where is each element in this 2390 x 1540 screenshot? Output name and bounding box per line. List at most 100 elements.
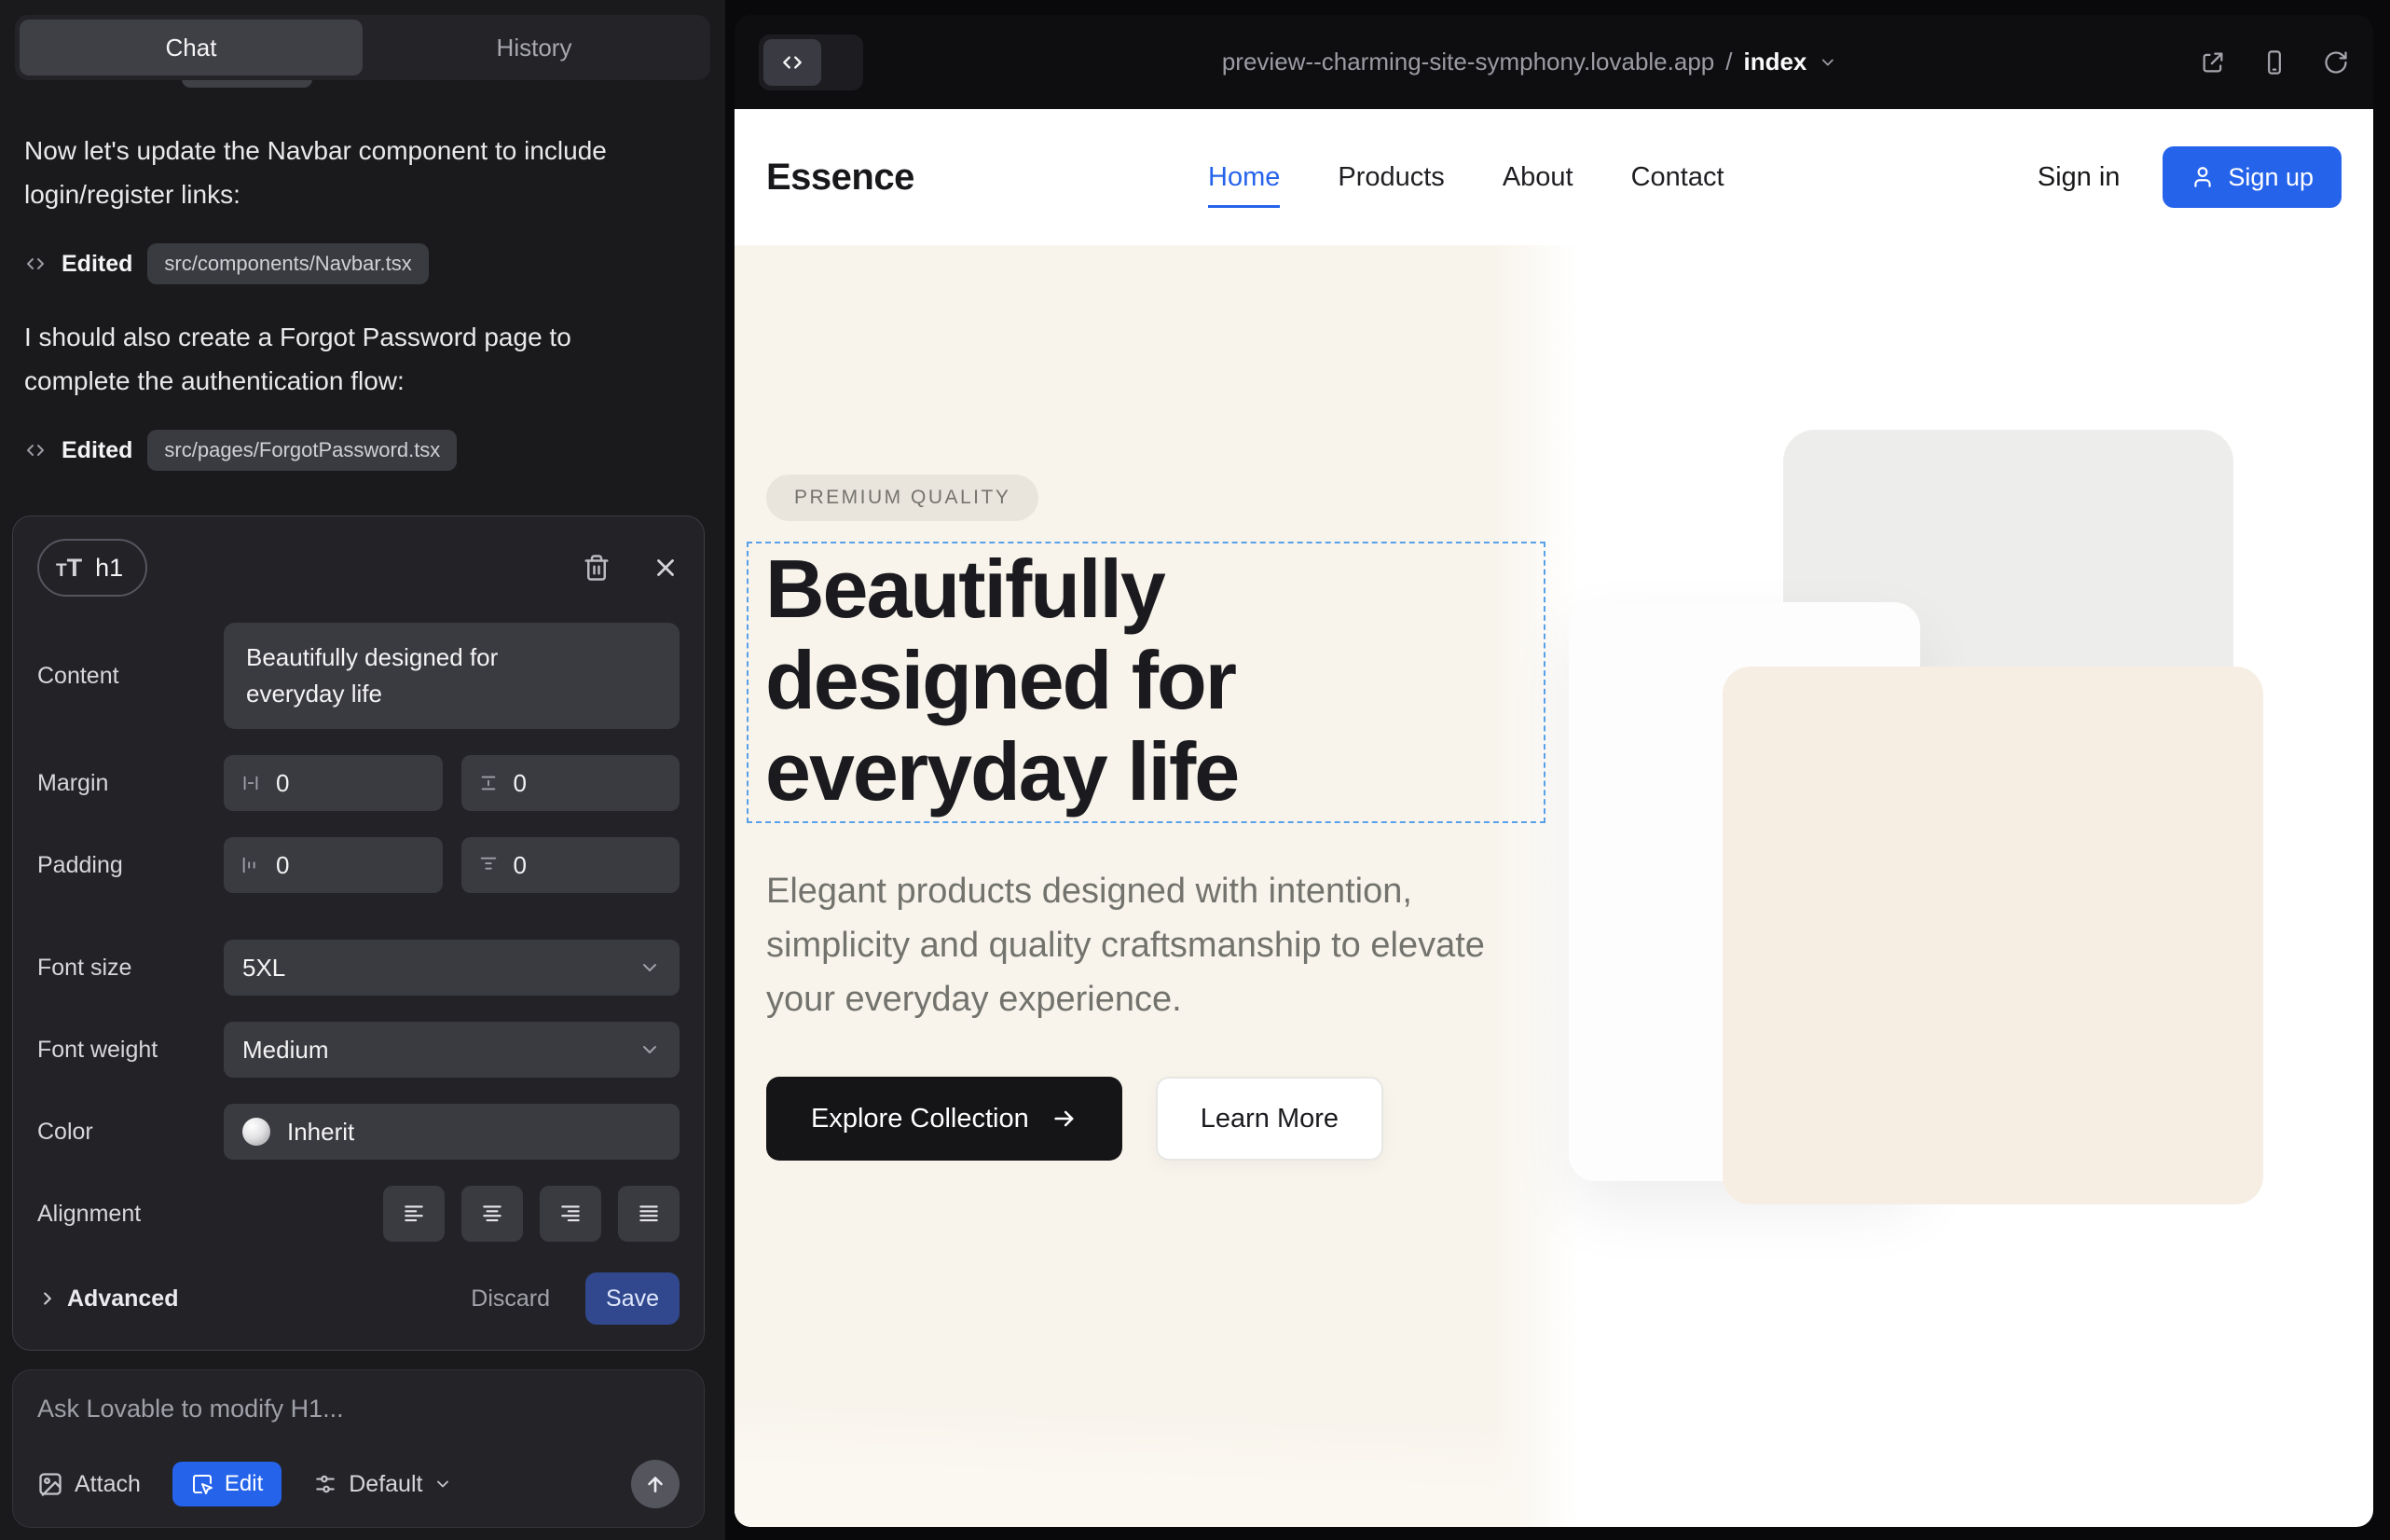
sign-in-link[interactable]: Sign in	[2038, 162, 2121, 193]
browser-frame: preview--charming-site-symphony.lovable.…	[735, 15, 2373, 1527]
tab-history[interactable]: History	[363, 20, 706, 76]
align-right-icon	[558, 1202, 583, 1226]
align-justify-button[interactable]	[618, 1186, 680, 1242]
external-link-icon[interactable]	[2200, 49, 2226, 76]
composer-input[interactable]: Ask Lovable to modify H1...	[37, 1395, 680, 1423]
margin-horizontal-icon	[240, 773, 261, 793]
selected-element-tag[interactable]: TT h1	[37, 539, 147, 597]
margin-x-input[interactable]: 0	[224, 755, 443, 811]
font-weight-select[interactable]: Medium	[224, 1022, 680, 1078]
learn-more-button[interactable]: Learn More	[1156, 1077, 1383, 1161]
code-icon	[24, 439, 47, 461]
padding-label: Padding	[37, 852, 224, 879]
attach-button[interactable]: Attach	[37, 1471, 141, 1498]
preview-panel: preview--charming-site-symphony.lovable.…	[725, 0, 2390, 1540]
text-icon: TT	[56, 554, 82, 583]
delete-element-button[interactable]	[583, 554, 611, 582]
color-row: Color Inherit	[37, 1104, 680, 1160]
nav-auth-actions: Sign in Sign up	[2038, 146, 2342, 208]
font-weight-label: Font weight	[37, 1037, 224, 1064]
explore-collection-button[interactable]: Explore Collection	[766, 1077, 1122, 1161]
sign-up-button[interactable]: Sign up	[2163, 146, 2342, 208]
font-size-label: Font size	[37, 955, 224, 982]
tab-chat[interactable]: Chat	[20, 20, 363, 76]
edit-mode-button[interactable]: Edit	[172, 1462, 282, 1506]
chat-composer: Ask Lovable to modify H1... Attach Edit …	[12, 1369, 705, 1528]
preview-toolbar: preview--charming-site-symphony.lovable.…	[735, 15, 2373, 109]
chevron-down-icon	[433, 1475, 452, 1493]
margin-vertical-icon	[478, 773, 499, 793]
nav-link-home[interactable]: Home	[1208, 162, 1280, 193]
chat-message: I should also create a Forgot Password p…	[24, 315, 639, 403]
font-weight-row: Font weight Medium	[37, 1022, 680, 1078]
padding-row: Padding 0 0	[37, 837, 680, 893]
align-center-icon	[480, 1202, 504, 1226]
chat-message: Now let's update the Navbar component to…	[24, 129, 639, 216]
file-edit-row[interactable]: Edited src/pages/ForgotPassword.tsx	[24, 427, 692, 474]
inspector-footer: Advanced Discard Save	[37, 1272, 680, 1325]
color-label: Color	[37, 1119, 224, 1146]
element-inspector-panel: TT h1 Content Beautifully designed for e…	[12, 516, 705, 1351]
content-row: Content Beautifully designed for everyda…	[37, 623, 680, 729]
send-button[interactable]	[631, 1460, 680, 1508]
site-nav-links: Home Products About Contact	[1208, 109, 1724, 245]
chevron-down-icon	[639, 956, 661, 979]
default-settings-icon	[313, 1472, 337, 1496]
site-brand[interactable]: Essence	[766, 157, 914, 199]
url-page: index	[1743, 48, 1806, 76]
edited-file-path[interactable]: src/pages/ForgotPassword.tsx	[147, 430, 457, 471]
chat-panel: Chat History Now let's update the Navbar…	[0, 0, 725, 1540]
content-input[interactable]: Beautifully designed for everyday life	[224, 623, 680, 729]
margin-y-input[interactable]: 0	[461, 755, 680, 811]
close-icon[interactable]	[652, 554, 680, 582]
edited-file-path[interactable]: src/components/Navbar.tsx	[147, 243, 428, 284]
content-label: Content	[37, 663, 224, 690]
user-icon	[2191, 165, 2215, 189]
decor-cream-shape	[1723, 667, 2263, 1204]
color-swatch	[242, 1118, 270, 1146]
refresh-icon[interactable]	[2323, 49, 2349, 76]
chevron-down-icon	[1818, 53, 1836, 72]
attach-icon	[37, 1471, 63, 1497]
hero-headline: Beautifully designed for everyday life	[765, 543, 1527, 818]
align-center-button[interactable]	[461, 1186, 523, 1242]
align-left-button[interactable]	[383, 1186, 445, 1242]
url-separator: /	[1725, 48, 1732, 76]
file-edit-row[interactable]: Edited src/components/Navbar.tsx	[24, 241, 692, 287]
send-icon	[643, 1472, 667, 1496]
default-model-select[interactable]: Default	[313, 1471, 452, 1498]
url-breadcrumb[interactable]: preview--charming-site-symphony.lovable.…	[1222, 48, 1837, 76]
edit-action-label: Edited	[62, 251, 132, 278]
align-right-button[interactable]	[540, 1186, 601, 1242]
code-view-button[interactable]	[763, 39, 821, 86]
alignment-row: Alignment	[37, 1186, 680, 1242]
selected-h1-element[interactable]: Beautifully designed for everyday life	[747, 542, 1545, 823]
view-toggle	[759, 34, 863, 90]
nav-link-contact[interactable]: Contact	[1631, 162, 1724, 193]
mobile-icon[interactable]	[2261, 49, 2287, 76]
hero-description: Elegant products designed with intention…	[766, 864, 1549, 1026]
color-select[interactable]: Inherit	[224, 1104, 680, 1160]
align-justify-icon	[637, 1202, 661, 1226]
chat-messages[interactable]: Now let's update the Navbar component to…	[24, 129, 692, 502]
nav-link-about[interactable]: About	[1503, 162, 1573, 193]
tag-name: h1	[95, 554, 123, 583]
chevron-down-icon	[639, 1038, 661, 1061]
edit-action-label: Edited	[62, 437, 132, 464]
hero-cta-buttons: Explore Collection Learn More	[766, 1077, 1383, 1161]
advanced-toggle[interactable]: Advanced	[37, 1286, 178, 1313]
padding-y-input[interactable]: 0	[461, 837, 680, 893]
frame-actions	[2200, 49, 2349, 76]
padding-x-input[interactable]: 0	[224, 837, 443, 893]
hero-section: PREMIUM QUALITY Beautifully designed for…	[735, 245, 2373, 1527]
font-size-select[interactable]: 5XL	[224, 940, 680, 996]
code-icon	[780, 50, 804, 75]
font-size-row: Font size 5XL	[37, 940, 680, 996]
chevron-right-icon	[37, 1288, 58, 1309]
chat-history-tabs: Chat History	[15, 15, 710, 80]
discard-button[interactable]: Discard	[471, 1286, 550, 1313]
align-left-icon	[402, 1202, 426, 1226]
nav-link-products[interactable]: Products	[1338, 162, 1444, 193]
lovable-app: Chat History Now let's update the Navbar…	[0, 0, 2390, 1540]
save-button[interactable]: Save	[585, 1272, 680, 1325]
